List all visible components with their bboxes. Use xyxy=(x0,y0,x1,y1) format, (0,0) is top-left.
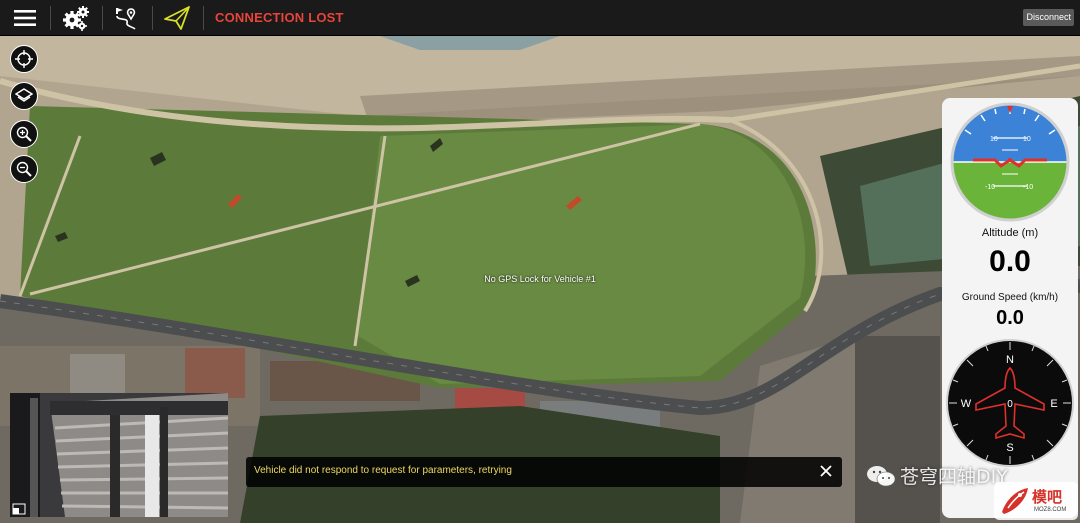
center-vehicle-icon xyxy=(15,50,33,68)
close-icon[interactable] xyxy=(818,463,834,479)
zoom-in-button[interactable] xyxy=(10,120,38,148)
pitch-label: 10 xyxy=(1023,136,1031,143)
video-feed[interactable] xyxy=(10,393,228,517)
logo-subtext: MOZ8.COM xyxy=(1034,507,1067,513)
watermark-text: 苍穹四轴DIY xyxy=(900,466,1008,488)
compass-east: E xyxy=(1050,398,1057,410)
video-frame xyxy=(10,393,228,517)
compass-west: W xyxy=(961,398,972,410)
altitude-value: 0.0 xyxy=(989,245,1031,278)
logo-text: 模吧 xyxy=(1032,488,1063,506)
gps-status-message: No GPS Lock for Vehicle #1 xyxy=(484,274,596,284)
disconnect-button[interactable]: Disconnect xyxy=(1023,9,1074,26)
zoom-in-icon xyxy=(16,126,32,142)
compass-north: N xyxy=(1006,354,1014,366)
heading-value: 0 xyxy=(1007,399,1013,410)
menu-button[interactable] xyxy=(10,0,40,36)
layers-icon xyxy=(15,88,33,102)
connection-status: CONNECTION LOST xyxy=(215,10,344,25)
paper-plane-icon xyxy=(164,6,190,30)
ground-speed-label: Ground Speed (km/h) xyxy=(961,292,1059,303)
toolbar-divider xyxy=(203,6,204,30)
pitch-label: 10 xyxy=(990,136,998,143)
pitch-label: -10 xyxy=(1023,184,1033,191)
toolbar-divider xyxy=(50,6,51,30)
site-logo: 模吧 MOZ8.COM xyxy=(994,482,1078,520)
watermark: 苍穹四轴DIY 模吧 MOZ8.COM xyxy=(866,458,1078,520)
wechat-icon xyxy=(867,466,896,487)
zoom-out-icon xyxy=(16,161,32,177)
settings-button[interactable] xyxy=(60,0,92,36)
plan-view-button[interactable] xyxy=(110,0,142,36)
notification-bar: Vehicle did not respond to request for p… xyxy=(246,457,842,487)
attitude-indicator: 10 10 -10 -10 xyxy=(950,102,1070,222)
altitude-label: Altitude (m) xyxy=(981,227,1039,239)
pitch-label: -10 xyxy=(985,184,995,191)
compass-south: S xyxy=(1006,442,1013,454)
instrument-panel: 10 10 -10 -10 Altitude (m) 0.0 Ground Sp… xyxy=(942,98,1078,518)
ground-speed-value: 0.0 xyxy=(996,307,1024,329)
map-layers-button[interactable] xyxy=(10,82,38,110)
fly-view-button[interactable] xyxy=(160,0,194,36)
toolbar-divider xyxy=(102,6,103,30)
center-vehicle-button[interactable] xyxy=(10,45,38,73)
notification-text: Vehicle did not respond to request for p… xyxy=(254,465,512,476)
waypoint-route-icon xyxy=(116,8,136,30)
rocket-logo-icon xyxy=(1002,488,1028,514)
video-expand-icon[interactable] xyxy=(12,503,26,515)
hamburger-menu-icon xyxy=(14,10,36,26)
zoom-out-button[interactable] xyxy=(10,155,38,183)
top-toolbar: CONNECTION LOST Disconnect xyxy=(0,0,1080,36)
gears-icon xyxy=(63,6,89,31)
compass-indicator: N S W E 0 xyxy=(946,339,1074,467)
toolbar-divider xyxy=(152,6,153,30)
